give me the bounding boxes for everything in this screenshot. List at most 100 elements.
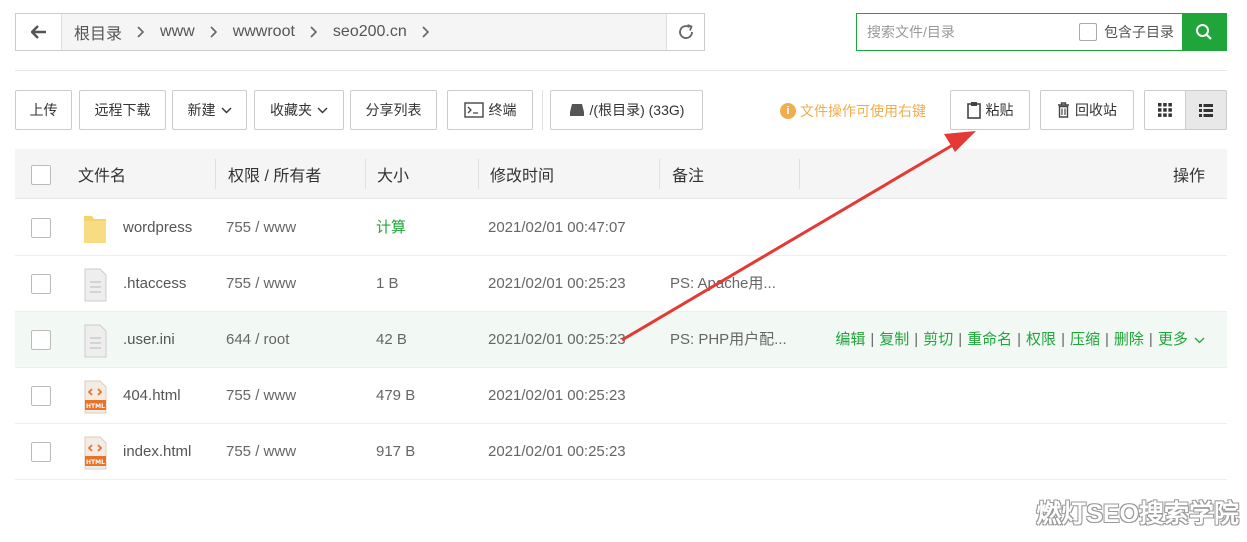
column-header-note: 备注 xyxy=(672,168,705,185)
breadcrumb-item-site[interactable]: seo200.cn xyxy=(329,23,411,41)
file-mtime: 2021/02/01 00:25:23 xyxy=(488,443,626,460)
refresh-icon xyxy=(678,24,693,39)
arrow-left-icon xyxy=(30,25,46,39)
right-click-tip: i 文件操作可使用右键 xyxy=(780,101,926,121)
column-divider xyxy=(365,159,366,189)
file-note[interactable]: PS: Apache用... xyxy=(670,256,776,312)
row-checkbox[interactable] xyxy=(31,330,51,350)
html-file-icon: HTML xyxy=(84,436,107,470)
file-icon xyxy=(84,324,107,358)
column-header-permission[interactable]: 权限 / 所有者 xyxy=(228,149,321,199)
file-permission[interactable]: 755 / www xyxy=(226,200,296,256)
svg-text:HTML: HTML xyxy=(86,459,105,466)
action-separator: | xyxy=(870,331,875,348)
rename-link[interactable]: 重命名 xyxy=(967,312,1012,368)
action-separator: | xyxy=(1017,331,1022,348)
breadcrumb: 根目录 www wwwroot seo200.cn xyxy=(62,14,666,50)
breadcrumb-item-root[interactable]: 根目录 xyxy=(70,20,126,44)
edit-link[interactable]: 编辑 xyxy=(835,312,865,368)
copy-link[interactable]: 复制 xyxy=(879,312,909,368)
file-name[interactable]: .htaccess xyxy=(123,256,186,312)
svg-text:HTML: HTML xyxy=(86,403,105,410)
folder-icon xyxy=(84,216,106,243)
action-separator: | xyxy=(1104,331,1109,348)
file-name[interactable]: wordpress xyxy=(123,200,192,256)
chevron-right-icon xyxy=(199,26,229,38)
table-row[interactable]: .htaccess 755 / www 1 B 2021/02/01 00:25… xyxy=(15,256,1227,312)
share-list-button[interactable]: 分享列表 xyxy=(350,90,437,130)
table-row[interactable]: wordpress 755 / www 计算 2021/02/01 00:47:… xyxy=(15,200,1227,256)
column-header-name[interactable]: 文件名 xyxy=(78,149,126,199)
list-icon xyxy=(1199,103,1213,117)
column-divider xyxy=(478,159,479,189)
column-divider xyxy=(799,159,800,189)
column-divider xyxy=(215,159,216,189)
breadcrumb-item-www[interactable]: www xyxy=(156,23,199,41)
table-row[interactable]: .user.ini 644 / root 42 B 2021/02/01 00:… xyxy=(15,312,1227,368)
refresh-button[interactable] xyxy=(666,14,704,50)
search-box: 包含子目录 xyxy=(856,13,1227,51)
hard-drive-icon xyxy=(569,104,584,116)
trash-icon xyxy=(1058,102,1069,118)
column-header-actions: 操作 xyxy=(1172,168,1205,185)
column-header-size[interactable]: 大小 xyxy=(377,149,409,199)
action-separator: | xyxy=(958,331,963,348)
compress-link[interactable]: 压缩 xyxy=(1070,312,1100,368)
file-note[interactable]: PS: PHP用户配... xyxy=(670,312,787,368)
new-dropdown-button[interactable]: 新建 xyxy=(172,90,247,130)
select-all-checkbox[interactable] xyxy=(31,165,51,185)
action-separator: | xyxy=(1148,331,1153,348)
file-name[interactable]: .user.ini xyxy=(123,312,175,368)
permission-link[interactable]: 权限 xyxy=(1026,312,1056,368)
file-size: 42 B xyxy=(376,331,407,348)
chevron-right-icon xyxy=(126,26,156,38)
chevron-down-icon xyxy=(221,107,231,113)
recycle-bin-button[interactable]: 回收站 xyxy=(1040,90,1134,130)
action-separator: | xyxy=(914,331,919,348)
file-permission[interactable]: 755 / www xyxy=(226,368,296,424)
column-header-mtime[interactable]: 修改时间 xyxy=(490,149,554,199)
disk-button[interactable]: /(根目录) (33G) xyxy=(550,90,703,130)
file-mtime: 2021/02/01 00:25:23 xyxy=(488,331,626,348)
include-subdir-toggle[interactable]: 包含子目录 xyxy=(1079,22,1174,42)
terminal-icon xyxy=(463,102,484,118)
file-permission[interactable]: 755 / www xyxy=(226,424,296,480)
file-permission[interactable]: 755 / www xyxy=(226,256,296,312)
back-button[interactable] xyxy=(16,14,62,50)
row-checkbox[interactable] xyxy=(31,442,51,462)
breadcrumb-item-wwwroot[interactable]: wwwroot xyxy=(229,23,299,41)
remote-download-button[interactable]: 远程下载 xyxy=(79,90,166,130)
file-size: 479 B xyxy=(376,387,416,404)
file-icon xyxy=(84,268,107,302)
search-input[interactable] xyxy=(857,14,1079,50)
table-row[interactable]: HTML index.html 755 / www 917 B 2021/02/… xyxy=(15,424,1227,480)
upload-button[interactable]: 上传 xyxy=(15,90,72,130)
table-row[interactable]: HTML 404.html 755 / www 479 B 2021/02/01… xyxy=(15,368,1227,424)
row-checkbox[interactable] xyxy=(31,386,51,406)
chevron-right-icon xyxy=(411,26,441,38)
row-checkbox[interactable] xyxy=(31,274,51,294)
cut-link[interactable]: 剪切 xyxy=(923,312,953,368)
file-mtime: 2021/02/01 00:25:23 xyxy=(488,275,626,292)
file-name[interactable]: 404.html xyxy=(123,368,181,424)
file-name[interactable]: index.html xyxy=(123,424,191,480)
table-header: 文件名 权限 / 所有者 大小 修改时间 备注 操作 xyxy=(15,149,1227,199)
column-divider xyxy=(659,159,660,189)
delete-link[interactable]: 删除 xyxy=(1114,312,1144,368)
row-checkbox[interactable] xyxy=(31,218,51,238)
include-subdir-checkbox[interactable] xyxy=(1079,23,1097,41)
clipboard-icon xyxy=(966,102,981,119)
info-icon: i xyxy=(780,103,796,119)
search-icon xyxy=(1196,24,1212,40)
calculate-size-link[interactable]: 计算 xyxy=(376,200,406,256)
search-button[interactable] xyxy=(1182,14,1226,50)
list-view-button[interactable] xyxy=(1185,90,1227,130)
more-dropdown[interactable]: 更多 xyxy=(1158,312,1205,368)
file-permission[interactable]: 644 / root xyxy=(226,312,289,368)
action-separator: | xyxy=(1061,331,1065,348)
grid-view-button[interactable] xyxy=(1144,90,1186,130)
terminal-button[interactable]: 终端 xyxy=(447,90,533,130)
paste-button[interactable]: 粘贴 xyxy=(950,90,1030,130)
favorites-dropdown-button[interactable]: 收藏夹 xyxy=(254,90,344,130)
html-file-icon: HTML xyxy=(84,380,107,414)
